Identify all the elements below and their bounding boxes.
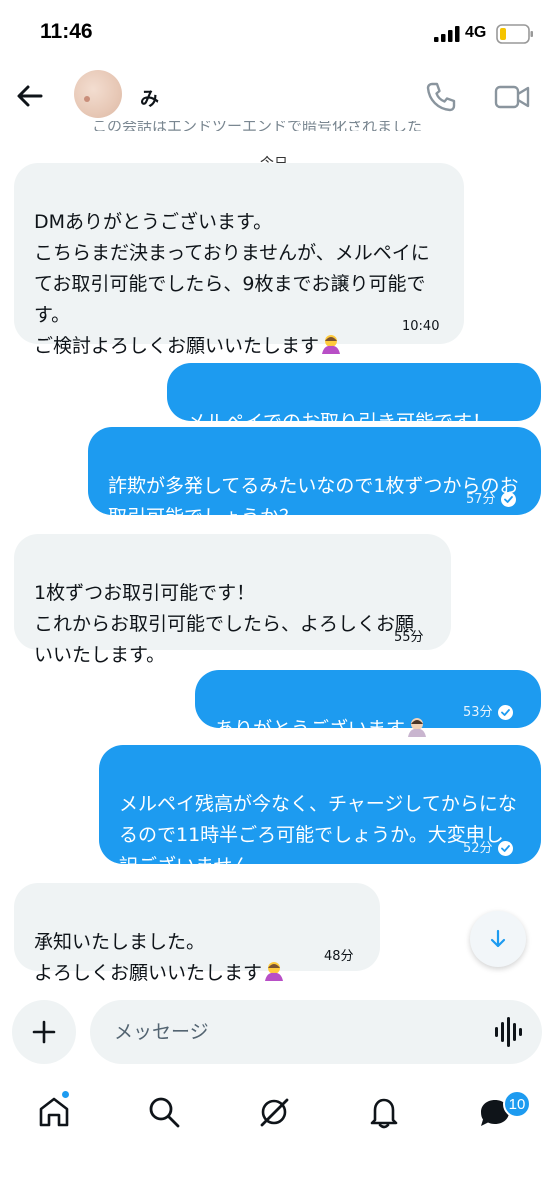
outgoing-message[interactable]: メルペイでのお取り引き可能です！	[167, 363, 541, 433]
arrow-down-icon	[490, 929, 506, 948]
message-input[interactable]	[90, 1000, 542, 1064]
encryption-notice: この会話はエンドツーエンドで暗号化されました	[92, 121, 423, 131]
message-time: 52分	[463, 833, 513, 864]
add-attachment-button[interactable]	[12, 1000, 76, 1064]
grok-icon	[260, 1098, 289, 1127]
message-time: 10:40	[402, 319, 440, 334]
message-time: 53分	[463, 697, 513, 728]
message-time: 48分	[324, 949, 354, 964]
message-list: 今日 DMありがとうございます。 こちらまだ決まっておりませんが、メルペイにてお…	[0, 134, 554, 994]
message-text: 詐欺が多発してるみたいなので1枚ずつからのお取引可能でしょうか？	[108, 475, 519, 528]
back-arrow-icon[interactable]	[14, 80, 46, 112]
phone-icon[interactable]	[424, 80, 458, 114]
signal-icon	[434, 26, 460, 42]
message-time: 57分	[466, 484, 516, 515]
battery-icon	[496, 24, 533, 44]
network-type: 4G	[465, 24, 487, 41]
read-check-icon	[497, 705, 513, 720]
message-text: 1枚ずつお取引可能です！ これからお取引可能でしたら、よろしくお願いいたします。	[34, 582, 415, 666]
scroll-to-bottom-button[interactable]	[470, 911, 526, 967]
nav-notifications[interactable]	[366, 1094, 406, 1134]
notification-dot	[61, 1090, 70, 1099]
nav-home[interactable]	[36, 1090, 76, 1134]
plus-icon	[32, 1020, 56, 1044]
message-text: メルペイ残高が今なく、チャージしてからになるので11時半ごろ可能でしょうか。大変…	[119, 793, 517, 877]
incoming-message[interactable]: DMありがとうございます。 こちらまだ決まっておりませんが、メルペイにてお取引可…	[14, 163, 464, 357]
status-time: 11:46	[40, 20, 93, 43]
person-bowing-emoji-icon	[322, 335, 341, 354]
message-time: 55分	[394, 630, 424, 645]
home-icon	[39, 1097, 69, 1127]
read-check-icon	[500, 492, 516, 507]
message-text: ありがとうございます	[215, 718, 406, 740]
outgoing-message[interactable]: 詐欺が多発してるみたいなので1枚ずつからのお取引可能でしょうか？ 57分	[88, 427, 541, 528]
outgoing-message[interactable]: メルペイ残高が今なく、チャージしてからになるので11時半ごろ可能でしょうか。大変…	[99, 745, 541, 877]
message-text: 承知いたしました。 よろしくお願いいたします	[34, 931, 263, 984]
video-call-icon[interactable]	[494, 82, 530, 112]
voice-waveform-icon[interactable]	[494, 1016, 522, 1048]
nav-search[interactable]	[146, 1094, 186, 1134]
read-check-icon	[497, 841, 513, 856]
bottom-navigation	[0, 1080, 554, 1200]
person-bowing-emoji-icon	[265, 962, 284, 981]
nav-grok[interactable]	[256, 1094, 296, 1134]
contact-name[interactable]: み	[140, 84, 159, 111]
bell-icon	[370, 1098, 398, 1129]
person-bowing-emoji-icon	[408, 718, 427, 737]
outgoing-message[interactable]: ありがとうございます 53分	[195, 670, 541, 740]
message-text: DMありがとうございます。 こちらまだ決まっておりませんが、メルペイにてお取引可…	[34, 211, 430, 357]
incoming-message[interactable]: 承知いたしました。 よろしくお願いいたします 48分	[14, 883, 380, 984]
messages-badge: 10	[503, 1090, 531, 1118]
status-bar: 11:46 4G	[0, 0, 554, 62]
avatar[interactable]	[74, 70, 122, 118]
search-icon	[149, 1097, 180, 1128]
incoming-message[interactable]: 1枚ずつお取引可能です！ これからお取引可能でしたら、よろしくお願いいたします。…	[14, 534, 451, 666]
compose-bar	[0, 994, 554, 1074]
